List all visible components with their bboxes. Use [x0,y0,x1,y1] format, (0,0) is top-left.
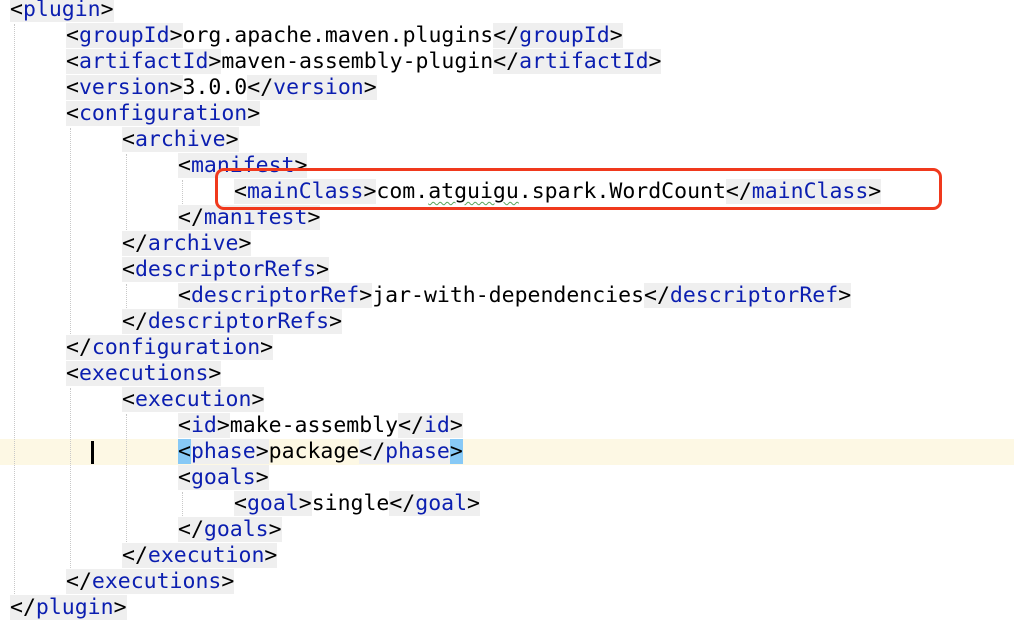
code-line: </execution> [122,543,278,569]
close-tag: </configuration> [66,335,274,360]
open-tag: <id> [178,413,230,438]
tag-name: descriptorRef [669,283,839,308]
open-tag: <archive> [122,127,239,152]
element-text: maven-assembly-plugin [221,49,494,74]
open-tag: <descriptorRef> [178,283,373,308]
tag-name: descriptorRef [190,283,360,308]
code-line: <plugin> [10,0,114,23]
code-line: <goals> [178,465,269,491]
code-line: <id>make-assembly</id> [178,413,463,439]
indent-guide [182,180,183,206]
element-text: 3.0.0 [182,75,248,100]
code-line: </goals> [178,517,282,543]
close-tag: </goals> [178,517,282,542]
code-line: <groupId>org.apache.maven.plugins</group… [66,23,623,49]
indent-guide [126,154,127,232]
close-tag: </id> [398,413,463,438]
code-line: <descriptorRef>jar-with-dependencies</de… [178,283,852,309]
indent-guide [70,128,71,336]
open-tag: <executions> [66,361,222,386]
tag-name: artifactId [78,49,209,74]
close-tag: </artifactId> [493,49,662,74]
current-line-highlight [0,439,1014,465]
tag-name: goals [203,517,269,542]
close-tag: </phase [359,439,450,464]
close-tag: </plugin> [10,595,127,620]
tag-name: descriptorRefs [147,309,330,334]
open-tag: <plugin> [10,0,114,22]
tag-name: groupId [519,23,610,48]
code-line: <artifactId>maven-assembly-plugin</artif… [66,49,662,75]
element-text: package [268,439,360,464]
tag-name: phase [190,439,256,464]
tag-name: configuration [91,335,261,360]
annotation-highlight-box [215,168,942,210]
element-text: make-assembly [229,413,399,438]
tag-name: descriptorRefs [134,257,317,282]
code-editor[interactable]: <plugin> <groupId>org.apache.maven.plugi… [0,0,1014,624]
close-tag: </goal> [389,491,480,516]
open-tag: <version> [66,75,183,100]
element-text: single [311,491,390,516]
open-tag: <goal> [234,491,312,516]
tag-name: archive [134,127,226,152]
indent-guide [126,284,127,310]
tag-name: version [273,75,364,100]
tag-name: goal [415,491,468,516]
indent-guide [14,24,15,596]
code-line: <goal>single</goal> [234,491,480,517]
code-line: </archive> [122,231,252,257]
code-line: </descriptorRefs> [122,309,343,335]
indent-guide [70,388,71,570]
open-tag: <execution> [122,387,265,412]
code-line: </plugin> [10,595,127,621]
code-line: <executions> [66,361,222,387]
indent-guide [126,414,127,544]
tag-name: groupId [78,23,170,48]
tag-name: goals [190,465,256,490]
close-tag: </groupId> [493,23,623,48]
tag-name: version [78,75,170,100]
code-line: <execution> [122,387,265,413]
code-line: <descriptorRefs> [122,257,330,283]
tag-name: archive [147,231,239,256]
tag-name: phase [385,439,450,464]
text-cursor [91,441,94,464]
code-line: <version>3.0.0</version> [66,75,377,101]
tag-name: artifactId [519,49,649,74]
tag-name: executions [91,569,222,594]
close-tag: </version> [247,75,377,100]
close-tag: </descriptorRefs> [122,309,343,334]
tag-name: configuration [78,101,248,126]
tag-name: plugin [35,595,114,620]
open-tag: <configuration> [66,101,261,126]
code-line: <archive> [122,127,239,153]
tag-name: id [190,413,217,438]
code-line: </executions> [66,569,235,595]
tag-name: executions [78,361,209,386]
code-line: <configuration> [66,101,261,127]
open-tag: <goals> [178,465,269,490]
close-tag: </execution> [122,543,278,568]
matched-close-bracket: > [449,439,463,464]
open-tag: <artifactId> [66,49,222,74]
open-tag: phase> [190,439,269,464]
code-line: <phase>package</phase> [178,439,463,465]
element-text: jar-with-dependencies [372,283,645,308]
open-tag: <descriptorRefs> [122,257,330,282]
tag-name: goal [246,491,299,516]
tag-name: plugin [22,0,101,22]
matched-open-tag: < [178,439,191,464]
tag-name: execution [134,387,252,412]
close-tag: </executions> [66,569,235,594]
close-tag: </descriptorRef> [644,283,852,308]
tag-name: execution [147,543,265,568]
element-text: org.apache.maven.plugins [182,23,494,48]
open-tag: <groupId> [66,23,183,48]
code-line: </configuration> [66,335,274,361]
close-tag: </archive> [122,231,252,256]
tag-name: id [423,413,450,438]
indent-guide [182,492,183,518]
